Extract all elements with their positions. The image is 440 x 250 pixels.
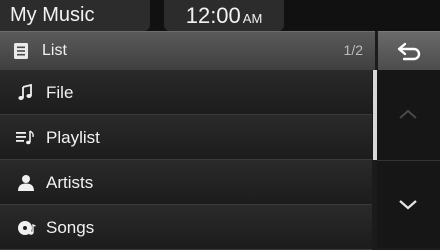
song-disc-icon (18, 221, 36, 235)
clock-ampm: AM (242, 11, 263, 26)
list-item-label: File (46, 83, 74, 102)
list-item-songs[interactable]: Songs (0, 205, 372, 250)
music-note-icon (18, 84, 32, 100)
clock-time: 12:00 (185, 3, 241, 28)
list-header: List 1/2 (0, 31, 375, 70)
chevron-up-icon (399, 109, 417, 119)
page-indicator: 1/2 (343, 42, 363, 58)
clock: 12:00 AM (164, 0, 284, 31)
back-arrow-icon (397, 42, 421, 61)
list-item-artists[interactable]: Artists (0, 160, 372, 205)
list-item-label: Artists (46, 173, 94, 192)
list-item-label: Songs (46, 218, 95, 237)
list-icon (14, 43, 28, 59)
person-icon (18, 175, 34, 191)
music-list: File Playlist Artists Songs (0, 70, 372, 250)
app-title: My Music (0, 0, 150, 31)
playlist-icon (16, 130, 34, 145)
list-item-label: Playlist (46, 128, 100, 147)
scroll-down-button[interactable] (377, 160, 440, 249)
scroll-up-button[interactable] (377, 70, 440, 159)
list-item-playlist[interactable]: Playlist (0, 115, 372, 160)
list-item-file[interactable]: File (0, 70, 372, 115)
chevron-down-icon (399, 200, 417, 210)
header-title: List (42, 42, 67, 59)
back-button[interactable] (378, 31, 440, 70)
